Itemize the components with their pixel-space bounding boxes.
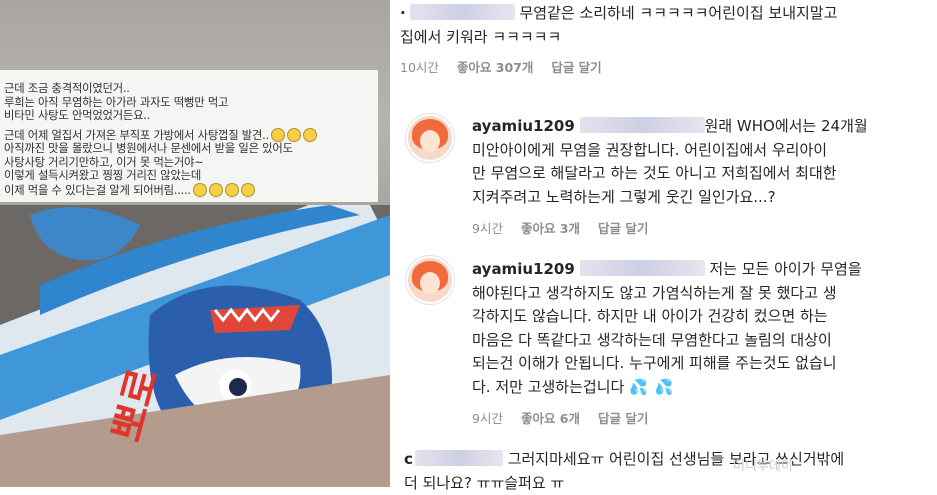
comment-text: · 무염같은 소리하네 ㅋㅋㅋㅋㅋ어린이집 보내지말고 <box>400 2 930 26</box>
comment-meta: 10시간 좋아요 307개 답글 달기 <box>400 57 930 76</box>
comments-panel: · 무염같은 소리하네 ㅋㅋㅋㅋㅋ어린이집 보내지말고 집에서 키워라 ㅋㅋㅋㅋ… <box>390 0 937 487</box>
caption-line: 근데 어제 얼집서 가져온 부직포 가방에서 사탕껍질 발견.. <box>4 128 374 143</box>
redacted-mention-blur <box>580 117 705 133</box>
caption-line: 사탕사탕 거리기만하고, 이거 못 먹는거야~ <box>4 156 374 170</box>
comment-text-line: 지켜주려고 노력하는게 그렇게 웃긴 일인가요...? <box>472 186 932 210</box>
caption-line: 이렇게 설득시켜왔고 찡찡 거리진 않았는데 <box>4 169 374 183</box>
sad-emoji-icon <box>225 183 239 197</box>
sad-emoji-icon <box>209 183 223 197</box>
comment-time: 9시간 <box>472 411 503 426</box>
comment-item: c 그러지마세요ㅠ 어린이집 선생님들 보라고 쓰신거밖에 더 되나요? ㅠㅠ슬… <box>404 448 934 495</box>
photo-snack-scene: 뽀로 <box>0 205 390 487</box>
comment-text-line: 마음은 다 똑같다고 생각하는데 무염한다고 놀림의 대상이 <box>472 329 932 353</box>
comment-text-line: 원래 WHO에서는 24개월 <box>705 117 868 135</box>
username[interactable]: · <box>400 4 406 22</box>
redacted-mention-blur <box>580 260 705 276</box>
sad-emoji-icon <box>241 183 255 197</box>
reply-button[interactable]: 답글 달기 <box>598 411 648 426</box>
comment-text-line: 되는건 이해가 안됩니다. 누구에게 피해를 주는것도 없습니 <box>472 352 932 376</box>
avatar-face <box>420 272 440 294</box>
comment-text-line: 그러지마세요ㅠ 어린이집 선생님들 보라고 쓰신거밖에 <box>508 450 844 468</box>
comment-text-line: 해야된다고 생각하지도 않고 가염식하는게 잘 못 했다고 생 <box>472 282 932 306</box>
redacted-username-blur <box>415 450 503 466</box>
comment-text-line: 더 되나요? ㅠㅠ슬퍼요 ㅠ <box>404 472 934 495</box>
sweat-droplets-emoji-icon: 💦 💦 <box>629 378 674 396</box>
comment-text-line: 집에서 키워라 ㅋㅋㅋㅋㅋ <box>400 26 930 50</box>
caption-line: 이제 먹을 수 있다는걸 알게 되어버림..... <box>4 183 374 198</box>
comment-text-line: 미안아이에게 무염을 권장합니다. 어린이집에서 우리아이 <box>472 139 932 163</box>
username[interactable]: ayamiu1209 <box>472 260 575 278</box>
likes-button[interactable]: 좋아요 307개 <box>457 60 533 75</box>
grin-emoji-icon <box>303 128 317 142</box>
comment-text-line: 만 무염으로 해달라고 하는 것도 아니고 저희집에서 최대한 <box>472 162 932 186</box>
comment-meta: 9시간 좋아요 6개 답글 달기 <box>472 408 932 427</box>
snack-pack-illustration <box>0 205 390 487</box>
grin-emoji-icon <box>287 128 301 142</box>
comment-text-line-text: 다. 저만 고생하는겁니다 <box>472 378 624 396</box>
watermark: 머니투데이 <box>733 455 793 474</box>
comment-time: 10시간 <box>400 60 439 75</box>
comment-item: ayamiu1209 원래 WHO에서는 24개월 미안아이에게 무염을 권장합… <box>472 115 932 237</box>
redacted-username-blur <box>410 4 515 20</box>
reply-button[interactable]: 답글 달기 <box>598 221 648 236</box>
comment-text-line: 저는 모든 아이가 무염을 <box>709 260 861 278</box>
comment-text-line: 각하지도 않습니다. 하지만 내 아이가 건강히 컸으면 하는 <box>472 305 932 329</box>
username[interactable]: c <box>404 450 413 468</box>
comment-meta: 9시간 좋아요 3개 답글 달기 <box>472 218 932 237</box>
caption-line: 아직까진 맛을 몰랐으니 병원에서나 문센에서 받을 일은 있어도 <box>4 142 374 156</box>
likes-button[interactable]: 좋아요 6개 <box>521 411 580 426</box>
avatar-face <box>420 130 440 152</box>
reply-button[interactable]: 답글 달기 <box>551 60 601 75</box>
sad-emoji-icon <box>193 183 207 197</box>
caption-line: 루희는 아직 무염하는 아가라 과자도 떡뻥만 먹고 <box>4 96 374 110</box>
photo-caption: 근데 조금 충격적이였던거.. 루희는 아직 무염하는 아가라 과자도 떡뻥만 … <box>0 70 378 202</box>
caption-line: 비타민 사탕도 안먹었었거든요.. <box>4 109 374 123</box>
likes-button[interactable]: 좋아요 3개 <box>521 221 580 236</box>
comment-first-line: c 그러지마세요ㅠ 어린이집 선생님들 보라고 쓰신거밖에 <box>404 448 934 472</box>
comment-text-line: 무염같은 소리하네 ㅋㅋㅋㅋㅋ어린이집 보내지말고 <box>519 4 837 22</box>
caption-line: 근데 조금 충격적이였던거.. <box>4 82 374 96</box>
avatar[interactable] <box>406 256 454 304</box>
grin-emoji-icon <box>271 128 285 142</box>
comment-text-line: 다. 저만 고생하는겁니다 💦 💦 <box>472 376 932 400</box>
watermark-text: 머니투데이 <box>733 459 793 474</box>
caption-line-text: 근데 어제 얼집서 가져온 부직포 가방에서 사탕껍질 발견.. <box>4 129 269 142</box>
comment-first-line: ayamiu1209 저는 모든 아이가 무염을 <box>472 258 932 282</box>
username[interactable]: ayamiu1209 <box>472 117 575 135</box>
comment-first-line: ayamiu1209 원래 WHO에서는 24개월 <box>472 115 932 139</box>
comment-time: 9시간 <box>472 221 503 236</box>
comment-item: ayamiu1209 저는 모든 아이가 무염을 해야된다고 생각하지도 않고 … <box>472 258 932 427</box>
photo-panel: 근데 조금 충격적이였던거.. 루희는 아직 무염하는 아가라 과자도 떡뻥만 … <box>0 0 390 487</box>
avatar[interactable] <box>406 114 454 162</box>
caption-line-text: 이제 먹을 수 있다는걸 알게 되어버림..... <box>4 184 191 197</box>
comment-item: · 무염같은 소리하네 ㅋㅋㅋㅋㅋ어린이집 보내지말고 집에서 키워라 ㅋㅋㅋㅋ… <box>400 2 930 76</box>
